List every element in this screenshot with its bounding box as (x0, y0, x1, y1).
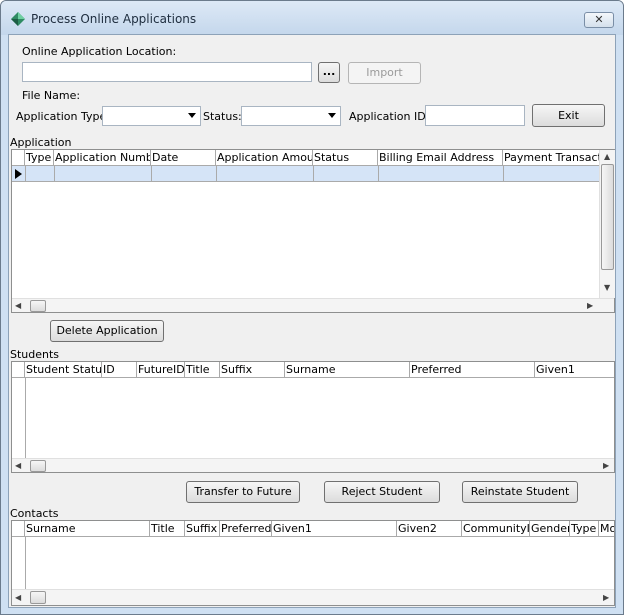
scroll-thumb[interactable] (30, 460, 46, 472)
import-button[interactable]: Import (348, 62, 421, 84)
col-header[interactable]: CommunityID (462, 521, 530, 536)
col-header[interactable]: FutureID (137, 362, 185, 377)
chevron-down-icon (328, 113, 336, 118)
col-header[interactable]: Suffix (185, 521, 220, 536)
col-header[interactable]: Given1 (272, 521, 397, 536)
row-pointer-icon (15, 169, 22, 179)
table-row[interactable] (12, 166, 600, 182)
title-bar[interactable]: Process Online Applications ✕ (1, 1, 623, 35)
row-header-corner (12, 362, 25, 377)
col-header[interactable]: ID (102, 362, 137, 377)
scroll-right-icon[interactable]: ▶ (587, 301, 593, 311)
location-label: Online Application Location: (22, 45, 177, 58)
application-id-label: Application ID: (349, 110, 430, 123)
client-area: Online Application Location: ... Import … (8, 34, 616, 608)
students-grid[interactable]: Student Status ID FutureID Title Suffix … (11, 361, 615, 473)
application-grid-header: Type Application Number Date Application… (12, 150, 600, 166)
contacts-section-label: Contacts (10, 507, 59, 520)
col-header[interactable]: Given2 (397, 521, 462, 536)
browse-button[interactable]: ... (318, 62, 340, 83)
col-header[interactable]: Suffix (220, 362, 285, 377)
application-vertical-scrollbar[interactable]: ▲ ▼ (599, 150, 615, 298)
col-header[interactable]: Payment Transactio (503, 150, 600, 165)
students-horizontal-scrollbar[interactable]: ◀ ▶ (12, 458, 614, 472)
col-header[interactable]: Type (25, 150, 54, 165)
col-header[interactable]: Student Status (25, 362, 102, 377)
row-header-divider (25, 378, 26, 458)
col-header[interactable]: Title (185, 362, 220, 377)
application-type-select[interactable] (102, 106, 201, 126)
contacts-horizontal-scrollbar[interactable]: ◀ ▶ (12, 589, 614, 605)
application-id-input[interactable] (425, 105, 525, 126)
scroll-thumb[interactable] (30, 591, 46, 604)
location-input[interactable] (22, 62, 312, 82)
col-header[interactable]: Gender (530, 521, 570, 536)
students-section-label: Students (10, 348, 60, 361)
delete-application-button[interactable]: Delete Application (50, 320, 164, 342)
status-label: Status: (203, 110, 242, 123)
contacts-grid[interactable]: Surname Title Suffix Preferred Given1 Gi… (11, 520, 615, 606)
scroll-thumb[interactable] (30, 300, 46, 312)
window-title: Process Online Applications (31, 12, 197, 26)
reject-student-button[interactable]: Reject Student (324, 481, 440, 503)
row-header-corner (12, 150, 25, 165)
col-header[interactable]: Preferred (410, 362, 535, 377)
close-icon: ✕ (594, 13, 604, 26)
row-header-divider (25, 537, 26, 589)
scroll-right-icon[interactable]: ▶ (603, 593, 609, 603)
scroll-left-icon[interactable]: ◀ (15, 461, 21, 471)
col-header[interactable]: Application Number (54, 150, 151, 165)
scroll-left-icon[interactable]: ◀ (15, 593, 21, 603)
close-button[interactable]: ✕ (584, 12, 614, 28)
contacts-grid-header: Surname Title Suffix Preferred Given1 Gi… (12, 521, 614, 537)
scroll-left-icon[interactable]: ◀ (15, 301, 21, 311)
col-header[interactable]: Mo (599, 521, 614, 536)
row-header-corner (12, 521, 25, 536)
scroll-down-icon[interactable]: ▼ (604, 283, 610, 293)
col-header[interactable]: Title (150, 521, 185, 536)
scroll-thumb[interactable] (601, 164, 614, 270)
col-header[interactable]: Preferred (220, 521, 272, 536)
students-grid-header: Student Status ID FutureID Title Suffix … (12, 362, 614, 378)
col-header[interactable]: Type (570, 521, 599, 536)
col-header[interactable]: Status (313, 150, 378, 165)
transfer-to-future-button[interactable]: Transfer to Future (186, 481, 300, 503)
col-header[interactable]: Surname (25, 521, 150, 536)
col-header[interactable]: Billing Email Address (378, 150, 503, 165)
col-header[interactable]: Given1 (535, 362, 614, 377)
diamond-app-icon (11, 12, 25, 26)
file-name-label: File Name: (22, 89, 81, 102)
status-select[interactable] (241, 106, 341, 126)
col-header[interactable]: Date (151, 150, 216, 165)
col-header[interactable]: Application Amount (216, 150, 313, 165)
application-type-label: Application Type: (16, 110, 110, 123)
reinstate-student-button[interactable]: Reinstate Student (462, 481, 578, 503)
application-section-label: Application (10, 136, 72, 149)
application-grid[interactable]: Type Application Number Date Application… (11, 149, 615, 313)
chevron-down-icon (188, 113, 196, 118)
app-window: Process Online Applications ✕ Online App… (0, 0, 624, 615)
scroll-right-icon[interactable]: ▶ (603, 461, 609, 471)
scroll-up-icon[interactable]: ▲ (604, 152, 610, 162)
application-horizontal-scrollbar[interactable]: ◀ ▶ (12, 298, 614, 312)
exit-button[interactable]: Exit (532, 104, 605, 127)
col-header[interactable]: Surname (285, 362, 410, 377)
